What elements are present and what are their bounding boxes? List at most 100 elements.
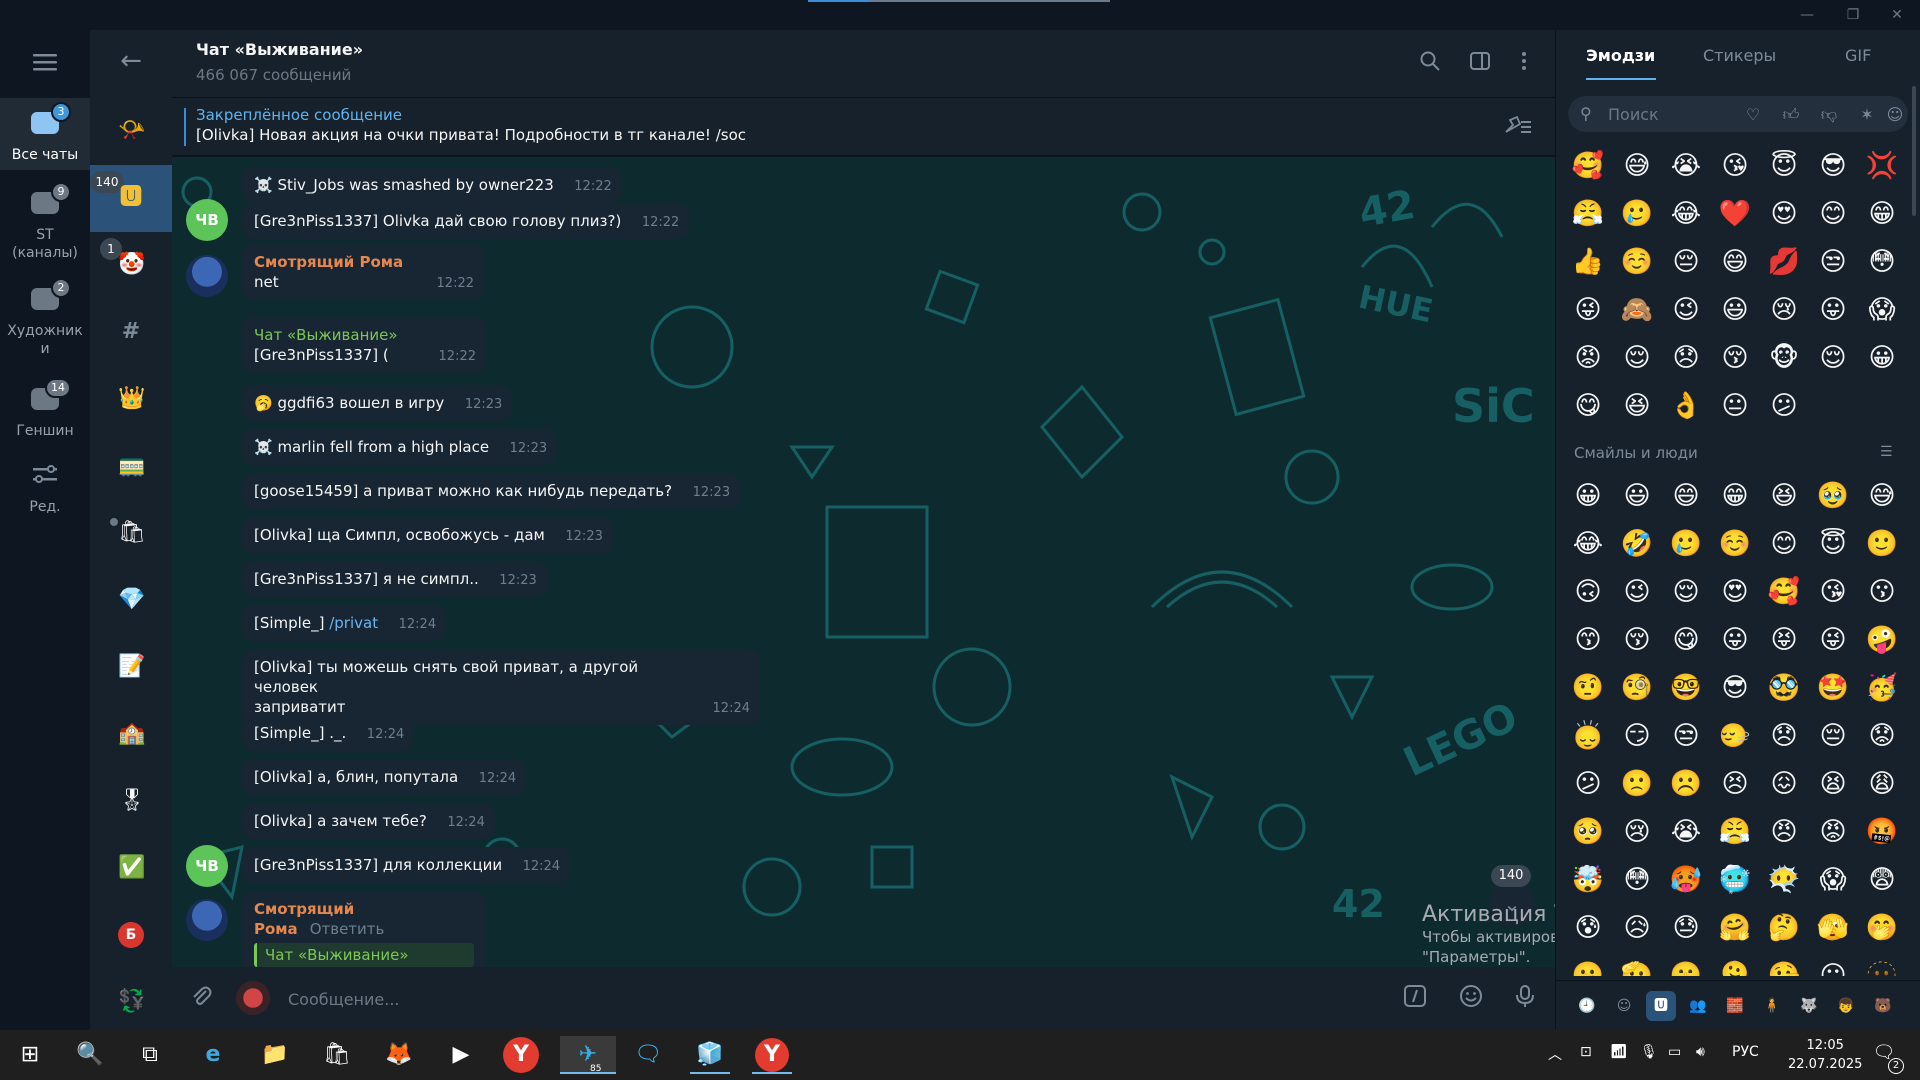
emoji-item[interactable]: 🤫 xyxy=(1666,956,1706,976)
emoji-item[interactable]: 🥰 xyxy=(1764,572,1804,612)
emoji-item[interactable]: 😆 xyxy=(1617,386,1657,426)
emoji-item[interactable]: 🥰 xyxy=(1568,146,1608,186)
emoji-item[interactable]: 😂 xyxy=(1666,194,1706,234)
emoji-item[interactable]: 😠 xyxy=(1764,812,1804,852)
tab-stickers[interactable]: Стикеры xyxy=(1703,46,1776,65)
chat-list-item[interactable]: 🎖 xyxy=(90,768,172,835)
yandex-icon[interactable]: Y xyxy=(503,1037,539,1073)
volume-icon[interactable]: 🔊︎ xyxy=(1696,1044,1705,1060)
message-bubble[interactable]: [Olivka] а, блин, попутала 12:24 xyxy=(242,759,527,795)
browser-icon[interactable]: 🦊 xyxy=(379,1036,419,1074)
emoji-item[interactable]: 😔 xyxy=(1666,242,1706,282)
service-message[interactable]: 🥱 ggdfi63 вошел в игру 12:23 xyxy=(242,385,513,421)
emoji-item[interactable]: 😌 xyxy=(1617,338,1657,378)
emoji-item[interactable]: 😝 xyxy=(1764,620,1804,660)
chat-list-item[interactable]: 💱 xyxy=(90,969,172,1036)
scrollbar[interactable] xyxy=(1912,86,1916,216)
service-message[interactable]: ☠️ Stiv_Jobs was smashed by owner223 12:2… xyxy=(242,167,622,203)
emoji-item[interactable]: 😛 xyxy=(1715,620,1755,660)
file-explorer-icon[interactable]: 📁 xyxy=(255,1036,295,1074)
emoji-item[interactable]: 🙈 xyxy=(1617,290,1657,330)
emoji-item[interactable]: 🫠 xyxy=(1715,956,1755,976)
emoji-item[interactable]: 🙂‍↔️ xyxy=(1715,716,1755,756)
reply-quote[interactable]: Чат «Выживание» xyxy=(254,943,474,967)
message-bubble[interactable]: [Gre3nPiss1337] я не симпл.. 12:23 xyxy=(242,561,547,597)
emoji-item[interactable]: 😚 xyxy=(1617,620,1657,660)
emoji-item[interactable]: 😘 xyxy=(1813,572,1853,612)
send-as-avatar[interactable] xyxy=(236,981,270,1015)
edge-icon[interactable]: e xyxy=(193,1036,233,1074)
emoji-item[interactable]: 👌 xyxy=(1666,386,1706,426)
search-icon[interactable] xyxy=(1416,50,1444,78)
reply-link[interactable]: Ответить xyxy=(310,920,385,938)
emoji-item[interactable]: 😌 xyxy=(1813,338,1853,378)
category-settings-icon[interactable]: ☰ xyxy=(1880,444,1900,464)
emoji-item[interactable]: 🤥 xyxy=(1764,956,1804,976)
smile-filter-icon[interactable]: ☺ xyxy=(1884,104,1906,126)
emoji-item[interactable]: 🫡 xyxy=(1617,956,1657,976)
thumbs-up-icon[interactable]: 👍︎ xyxy=(1780,104,1802,126)
emoji-item[interactable]: 👍 xyxy=(1568,242,1608,282)
chat-list-item[interactable]: Б xyxy=(90,902,172,969)
emoji-item[interactable]: 🐵 xyxy=(1764,338,1804,378)
emoji-item[interactable]: 😒 xyxy=(1666,716,1706,756)
emoji-item[interactable]: 😢 xyxy=(1764,290,1804,330)
emoji-pack-button[interactable]: 🕘 xyxy=(1572,991,1602,1021)
emoji-item[interactable]: 😥 xyxy=(1617,908,1657,948)
emoji-item[interactable]: 😍 xyxy=(1764,194,1804,234)
emoji-pack-button[interactable]: 👥 xyxy=(1683,991,1713,1021)
emoji-item[interactable]: 😇 xyxy=(1813,524,1853,564)
emoji-item[interactable]: 💋 xyxy=(1764,242,1804,282)
emoji-pack-button[interactable]: 🆄 xyxy=(1646,991,1676,1021)
emoji-item[interactable]: 🤣 xyxy=(1617,524,1657,564)
emoji-item[interactable]: 😤 xyxy=(1568,194,1608,234)
emoji-item[interactable]: 🙂 xyxy=(1862,524,1902,564)
emoji-pack-button[interactable]: 👦 xyxy=(1831,991,1861,1021)
emoji-item[interactable]: 😅 xyxy=(1862,476,1902,516)
thumbs-down-icon[interactable]: 👎︎ xyxy=(1818,104,1840,126)
emoji-item[interactable]: 😳 xyxy=(1617,860,1657,900)
sender-name[interactable]: Чат «Выживание» xyxy=(254,325,474,345)
chat-list-item[interactable]: ✅ xyxy=(90,835,172,902)
emoji-item[interactable]: 😚 xyxy=(1715,338,1755,378)
emoji-item[interactable]: 😕 xyxy=(1568,764,1608,804)
emoji-item[interactable]: 😃 xyxy=(1617,476,1657,516)
emoji-item[interactable]: 😤 xyxy=(1715,812,1755,852)
emoji-item[interactable]: 😓 xyxy=(1666,908,1706,948)
wifi-icon[interactable]: 📶︎ xyxy=(1610,1044,1628,1060)
sender-name[interactable]: Смотрящий Рома xyxy=(254,252,472,272)
message-bubble[interactable]: [Gre3nPiss1337] Olivka дай свою голову п… xyxy=(242,203,690,239)
emoji-item[interactable]: 😰 xyxy=(1568,908,1608,948)
chat-list-item[interactable]: # xyxy=(90,299,172,366)
chat-list-item[interactable]: 🚃 xyxy=(90,433,172,500)
emoji-item[interactable]: 😗 xyxy=(1862,572,1902,612)
message-bubble[interactable]: [Olivka] ща Симпл, освобожусь - дам 12:23 xyxy=(242,517,613,553)
message-bubble[interactable]: Смотрящий Рома Ответить Чат «Выживание» xyxy=(242,891,486,967)
chat-list-item-selected[interactable]: 140 🆄 xyxy=(90,165,172,232)
emoji-item[interactable]: 😎 xyxy=(1813,146,1853,186)
emoji-icon[interactable] xyxy=(1456,983,1486,1013)
emoji-item[interactable]: 🤭 xyxy=(1862,908,1902,948)
emoji-item[interactable]: 😁 xyxy=(1715,476,1755,516)
emoji-item[interactable]: 😢 xyxy=(1617,812,1657,852)
pin-list-icon[interactable] xyxy=(1503,114,1533,140)
emoji-item[interactable]: 🤩 xyxy=(1813,668,1853,708)
emoji-item[interactable]: 😳 xyxy=(1862,242,1902,282)
message-bubble[interactable]: [Simple_] ._. 12:24 xyxy=(242,715,415,751)
sidebar-toggle-icon[interactable] xyxy=(1466,50,1494,78)
yandex-browser-icon[interactable]: Y xyxy=(752,1036,792,1074)
emoji-item[interactable]: 🙂‍↕️ xyxy=(1568,716,1608,756)
close-window-button[interactable]: ✕ xyxy=(1886,4,1908,26)
emoji-item[interactable]: 😨 xyxy=(1862,860,1902,900)
minimize-button[interactable]: — xyxy=(1796,4,1818,26)
tab-gif[interactable]: GIF xyxy=(1845,46,1871,65)
folder-artists[interactable]: 2 Художники xyxy=(0,278,90,364)
emoji-item[interactable]: 🙁 xyxy=(1617,764,1657,804)
message-bubble[interactable]: [Olivka] а зачем тебе? 12:24 xyxy=(242,803,495,839)
message-input[interactable] xyxy=(288,983,1288,1015)
emoji-item[interactable]: 😱 xyxy=(1862,290,1902,330)
emoji-item[interactable]: 🫣 xyxy=(1813,908,1853,948)
emoji-item[interactable]: 🫥 xyxy=(1862,956,1902,976)
heart-icon[interactable]: ♡ xyxy=(1742,104,1764,126)
emoji-item[interactable]: 😣 xyxy=(1715,764,1755,804)
